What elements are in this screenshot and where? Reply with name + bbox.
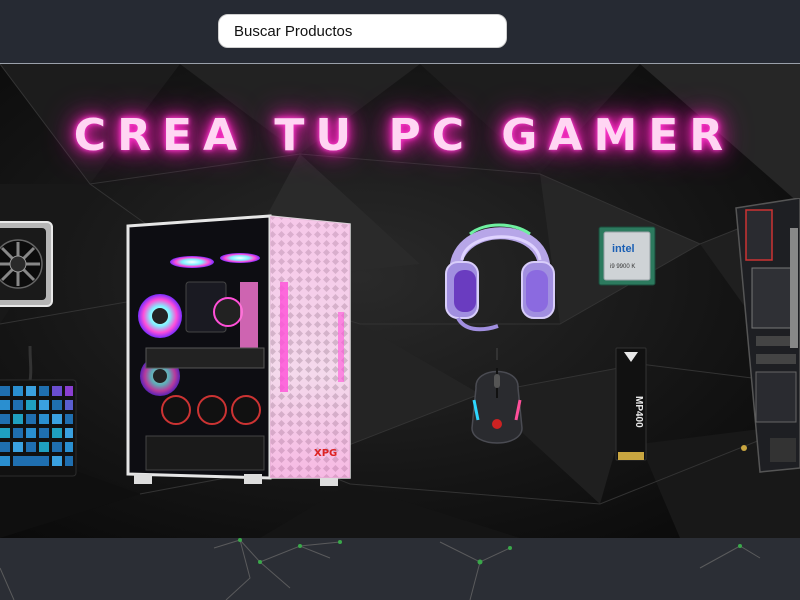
processor-icon[interactable]: intel i9 9900 K [598, 226, 656, 286]
cpu-brand-label: intel [612, 243, 635, 255]
cpu-model-label: i9 9900 K [610, 264, 635, 270]
search-input[interactable] [232, 21, 506, 41]
search-box[interactable] [218, 14, 507, 48]
mechanical-keyboard-icon[interactable] [0, 346, 78, 478]
ssd-model-label: MP400 [633, 396, 644, 428]
case-brand-label: XPG [314, 448, 337, 459]
motherboard-icon[interactable] [730, 198, 800, 476]
gaming-mouse-icon[interactable] [466, 348, 528, 456]
network-decoration [0, 538, 761, 600]
pc-case-icon[interactable]: XPG [124, 212, 352, 488]
site-header [0, 0, 800, 64]
footer [0, 538, 800, 600]
ssd-icon[interactable]: MP400 [614, 346, 648, 464]
hero-title: CREA TU PC GAMER [73, 110, 735, 161]
gaming-headset-icon[interactable] [444, 200, 556, 338]
hero-banner[interactable]: CREA TU PC GAMER XPG intel i9 9900 K MP4… [0, 64, 800, 538]
graphics-card-icon[interactable] [0, 220, 56, 308]
